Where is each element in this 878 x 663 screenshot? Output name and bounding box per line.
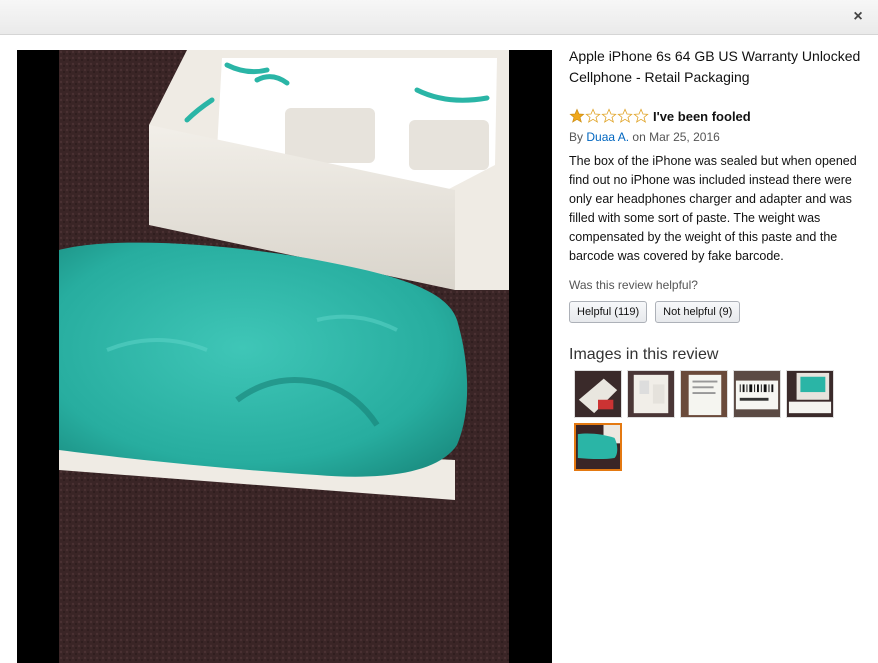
image-thumbnail[interactable]: [680, 370, 728, 418]
image-thumbnails: [574, 370, 849, 471]
review-title: I've been fooled: [653, 108, 751, 124]
image-thumbnail[interactable]: [786, 370, 834, 418]
star-filled-icon: [569, 108, 585, 123]
review-date: on Mar 25, 2016: [632, 130, 720, 144]
vote-buttons: Helpful (119) Not helpful (9): [569, 301, 864, 323]
star-empty-icon: [633, 108, 649, 123]
close-button[interactable]: ×: [848, 7, 868, 27]
star-rating: [569, 108, 649, 124]
image-thumbnail[interactable]: [627, 370, 675, 418]
not-helpful-button[interactable]: Not helpful (9): [655, 301, 741, 323]
image-thumbnail-selected[interactable]: [574, 423, 622, 471]
image-thumbnail[interactable]: [733, 370, 781, 418]
star-empty-icon: [617, 108, 633, 123]
rating-row: I've been fooled: [569, 107, 864, 125]
helpful-question: Was this review helpful?: [569, 278, 698, 292]
review-byline: By Duaa A. on Mar 25, 2016: [569, 130, 864, 144]
star-empty-icon: [601, 108, 617, 123]
image-thumbnail[interactable]: [574, 370, 622, 418]
helpful-button[interactable]: Helpful (119): [569, 301, 648, 323]
star-empty-icon: [585, 108, 601, 123]
product-title[interactable]: Apple iPhone 6s 64 GB US Warranty Unlock…: [569, 46, 864, 88]
review-photo: [17, 50, 552, 663]
review-panel: Apple iPhone 6s 64 GB US Warranty Unlock…: [569, 46, 864, 471]
modal-header: ×: [0, 0, 878, 35]
images-heading: Images in this review: [569, 346, 719, 363]
author-link[interactable]: Duaa A.: [586, 130, 629, 144]
by-prefix: By: [569, 130, 584, 144]
review-image-viewer: [17, 50, 552, 663]
review-body: The box of the iPhone was sealed but whe…: [569, 154, 857, 263]
